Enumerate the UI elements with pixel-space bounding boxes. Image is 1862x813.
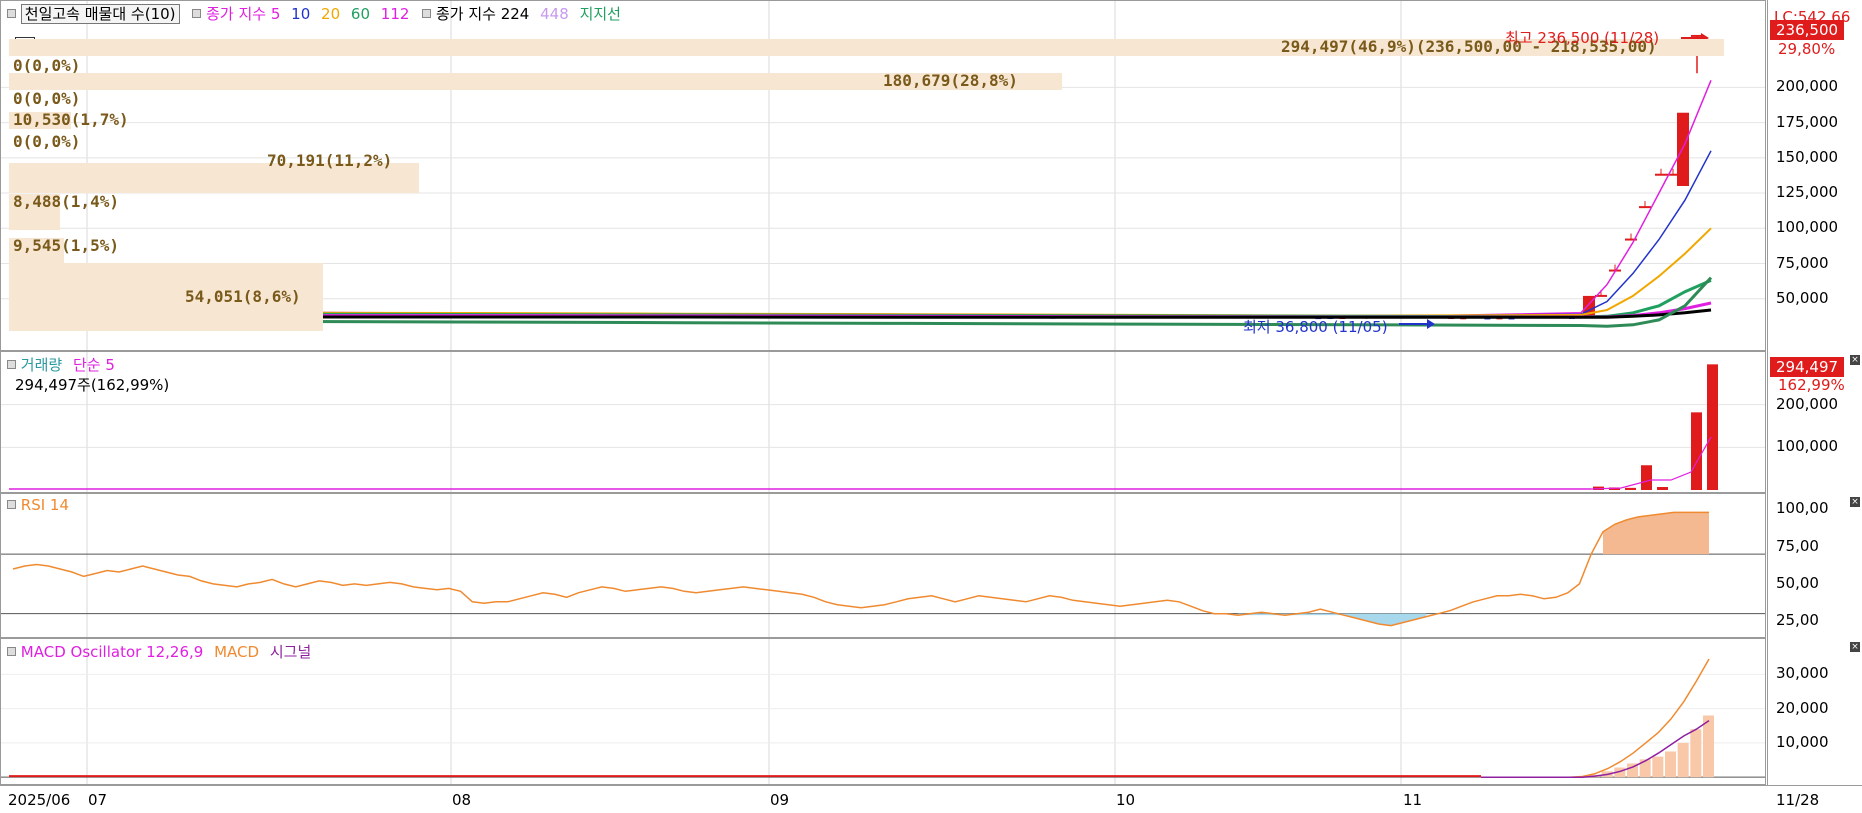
ma2-label: 종가 지수 224 [435,5,530,23]
volume-ma-label: 단순 5 [72,356,115,374]
volume-bar [1641,465,1652,490]
legend-toggle-icon[interactable] [7,360,16,369]
legend-toggle-icon[interactable] [7,647,16,656]
price-tick-label: 100,000 [1776,218,1839,237]
price-tick-label: 200,000 [1776,77,1839,96]
volume-chart [1,352,1765,492]
support-label: 지지선 [579,5,621,23]
macd-tick-label: 10,000 [1776,732,1829,751]
volume-profile-label: 0(0,0%) [13,89,81,108]
volume-profile-label: 0(0,0%) [13,132,81,151]
ma-5-label: 5 [270,5,281,23]
rsi-legend: RSI 14 [5,496,75,514]
low-arrow-head [1427,319,1435,329]
rsi-tick-label: 75,00 [1776,536,1819,555]
price-tick-label: 175,000 [1776,112,1839,131]
rsi-tick-label: 100,00 [1776,499,1829,518]
volume-profile-label: 9,545(1,5%) [13,236,119,255]
x-label-nov: 11 [1403,791,1423,809]
x-label-oct: 10 [1116,791,1136,809]
volume-title: 거래량 [20,356,63,374]
signal-title: 시그널 [269,643,312,661]
current-price-tag: 236,500 [1770,20,1845,40]
rsi-chart [1,494,1765,637]
price-tick-label: 75,000 [1776,253,1829,272]
x-label-jul: 07 [88,791,108,809]
macd-osc-bar [1652,756,1664,778]
volume-legend: 거래량 단순 5 [5,354,121,375]
close-icon[interactable]: × [1850,642,1860,652]
x-label-aug: 08 [452,791,472,809]
ma-10-label: 10 [291,5,311,23]
legend-toggle-icon[interactable] [7,500,16,509]
macd-osc-bar [1677,742,1689,778]
volume-bar [1657,487,1668,490]
macd-osc-title: MACD Oscillator 12,26,9 [20,643,204,661]
current-price-pct: 29,80% [1778,40,1836,58]
volume-bar [1707,364,1718,490]
x-label-sep: 09 [770,791,790,809]
close-icon[interactable]: × [1850,355,1860,365]
volume-profile-label: 54,051(8,6%) [185,287,301,306]
volume-axis: 200,000 100,000 294,497 162,99% × [1767,351,1862,493]
macd-axis: 30,000 20,000 10,000 × [1767,638,1862,785]
price-legend: 천일고속 매물대 수(10) 종가 지수 5 10 20 60 112 종가 지… [5,3,627,24]
volume-profile-label: 180,679(28,8%) [883,71,1018,90]
ma-label: 종가 지수 [206,5,267,23]
rsi-tick-label: 50,00 [1776,573,1819,592]
legend-toggle-icon[interactable] [7,9,16,18]
x-label-jun: 2025/06 [8,791,71,809]
rsi-line [12,511,1709,627]
price-tick-label: 150,000 [1776,147,1839,166]
volume-tick-label: 100,000 [1776,437,1839,456]
ma-20-label: 20 [321,5,341,23]
high-label: 최고 236,500 (11/28) [1505,29,1660,47]
macd-osc-bar [1703,715,1714,778]
rsi-overbought-fill [1603,512,1709,555]
low-label: 최저 36,800 (11/05) [1243,318,1388,336]
volume-tag-pct: 162,99% [1778,376,1845,394]
ma2-extra-label: 448 [540,5,569,23]
macd-legend: MACD Oscillator 12,26,9 MACD 시그널 [5,641,317,662]
macd-tick-label: 30,000 [1776,664,1829,683]
volume-profile-label: 10,530(1,7%) [13,110,129,129]
volume-current: 294,497주(162,99%) [15,376,170,394]
macd-osc-bar [1665,751,1676,778]
macd-title: MACD [214,643,260,661]
macd-osc-bar [1690,729,1702,778]
macd-pane[interactable]: MACD Oscillator 12,26,9 MACD 시그널 [0,638,1766,785]
rsi-axis: 100,00 75,00 50,00 25,00 × [1767,493,1862,638]
rsi-title: RSI 14 [20,496,70,514]
rsi-pane[interactable]: RSI 14 [0,493,1766,638]
price-tick-label: 50,000 [1776,288,1829,307]
legend-toggle-icon[interactable] [192,9,202,18]
volume-profile-label: 8,488(1,4%) [13,192,119,211]
price-axis: 200,000 175,000 150,000 125,000 100,000 75,00… [1767,0,1862,351]
x-label-end: 11/28 [1776,791,1820,809]
macd-tick-label: 20,000 [1776,698,1829,717]
volume-bar [1691,412,1702,490]
ma-112-label: 112 [380,5,410,23]
price-tick-label: 125,000 [1776,183,1839,202]
x-axis: 2025/06 07 08 09 10 11 11/28 [0,785,1862,813]
close-icon[interactable]: × [1850,497,1860,507]
legend-toggle-icon[interactable] [422,9,432,18]
volume-profile-label: 70,191(11,2%) [267,151,393,170]
volume-tag: 294,497 [1770,357,1845,377]
rsi-tick-label: 25,00 [1776,611,1819,630]
volume-pane[interactable]: 거래량 단순 5 294,497주(162,99%) [0,351,1766,493]
price-legend-title[interactable]: 천일고속 매물대 수(10) [20,4,180,24]
volume-bar [1625,487,1636,490]
price-pane[interactable]: 천일고속 매물대 수(10) 종가 지수 5 10 20 60 112 종가 지… [0,0,1766,351]
ma-60-label: 60 [350,5,370,23]
candle-body [1677,112,1689,186]
volume-tick-label: 200,000 [1776,394,1839,413]
